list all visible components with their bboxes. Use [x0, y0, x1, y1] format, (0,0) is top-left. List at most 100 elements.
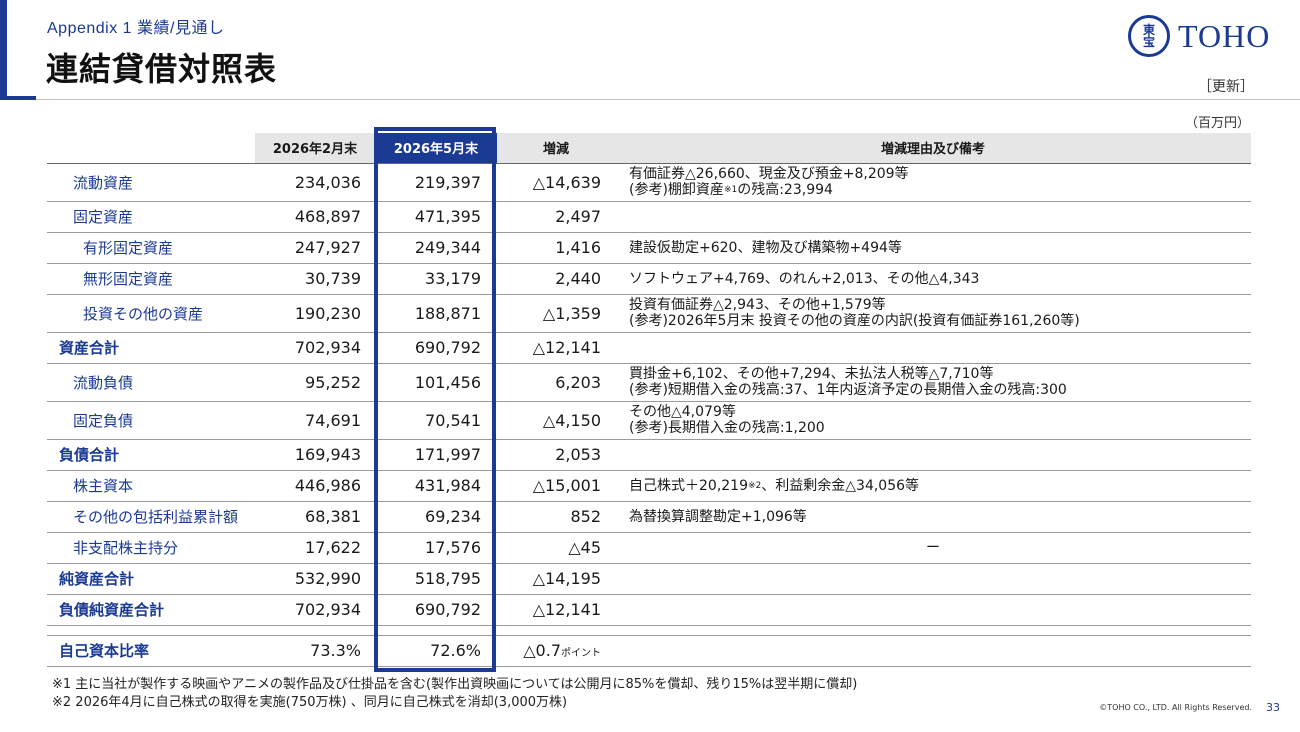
value-may: 518,795 — [375, 563, 497, 595]
row-label: 資産合計 — [47, 332, 255, 364]
table-row: 非支配株主持分 17,622 17,576 △45 ー — [47, 532, 1251, 564]
value-diff: △4,150 — [497, 401, 615, 440]
page-title: 連結貸借対照表 — [46, 50, 278, 88]
value-diff: △14,639 — [497, 163, 615, 202]
row-note: ー — [615, 532, 1251, 564]
header-divider — [36, 99, 1300, 100]
unit-label: （百万円） — [1184, 116, 1250, 131]
value-feb: 190,230 — [255, 294, 375, 333]
row-note: 建設仮勘定+620、建物及び構築物+494等 — [615, 232, 1251, 264]
table-row-equity-ratio: 自己資本比率 73.3% 72.6% △0.7ポイント — [47, 635, 1251, 667]
ratio-diff-unit: ポイント — [561, 648, 601, 659]
row-note: 買掛金+6,102、その他+7,294、未払法人税等△7,710等 (参考)短期… — [615, 363, 1251, 402]
value-diff: △0.7ポイント — [497, 635, 615, 667]
table-row: 投資その他の資産 190,230 188,871 △1,359 投資有価証券△2… — [47, 294, 1251, 333]
header-blank — [47, 133, 255, 164]
table-row: 負債純資産合計 702,934 690,792 △12,141 — [47, 594, 1251, 626]
note-text: 自己株式＋20,219 — [629, 477, 748, 494]
note-line-2: (参考)棚卸資産※1の残高:23,994 — [629, 182, 1251, 198]
value-may: 17,576 — [375, 532, 497, 564]
row-note: 為替換算調整勘定+1,096等 — [615, 501, 1251, 533]
row-note — [615, 563, 1251, 595]
value-feb: 73.3% — [255, 635, 375, 667]
value-diff: △12,141 — [497, 594, 615, 626]
row-label: 自己資本比率 — [47, 635, 255, 667]
note-line-2: (参考)短期借入金の残高:37、1年内返済予定の長期借入金の残高:300 — [629, 382, 1067, 398]
spacer-cell — [375, 625, 497, 636]
row-label: その他の包括利益累計額 — [47, 501, 255, 533]
footnote-2: ※2 2026年4月に自己株式の取得を実施(750万株) 、同月に自己株式を消却… — [52, 695, 568, 710]
footnote-1: ※1 主に当社が製作する映画やアニメの製作品及び仕掛品を含む(製作出資映画につい… — [52, 677, 858, 692]
row-note — [615, 332, 1251, 364]
header-notes: 増減理由及び備考 — [615, 133, 1251, 164]
logo-seal-char-2: 宝 — [1142, 35, 1155, 49]
value-feb: 74,691 — [255, 401, 375, 440]
footnote-mark: ※1 — [723, 185, 738, 195]
row-label: 純資産合計 — [47, 563, 255, 595]
value-diff: △1,359 — [497, 294, 615, 333]
value-feb: 468,897 — [255, 201, 375, 233]
table-row: 流動負債 95,252 101,456 6,203 買掛金+6,102、その他+… — [47, 363, 1251, 402]
value-may: 69,234 — [375, 501, 497, 533]
row-label: 負債純資産合計 — [47, 594, 255, 626]
value-may: 171,997 — [375, 439, 497, 471]
table-row: その他の包括利益累計額 68,381 69,234 852 為替換算調整勘定+1… — [47, 501, 1251, 533]
row-note: その他△4,079等 (参考)長期借入金の残高:1,200 — [615, 401, 1251, 440]
row-label: 流動資産 — [47, 163, 255, 202]
page-number: 33 — [1266, 701, 1280, 714]
value-diff: 2,440 — [497, 263, 615, 295]
row-label: 非支配株主持分 — [47, 532, 255, 564]
note-line-1: 有価証券△26,660、現金及び預金+8,209等 — [629, 166, 909, 182]
row-label: 固定負債 — [47, 401, 255, 440]
value-may: 101,456 — [375, 363, 497, 402]
table-spacer-row — [47, 625, 1251, 636]
value-feb: 68,381 — [255, 501, 375, 533]
spacer-cell — [497, 625, 615, 636]
note-line-1: その他△4,079等 — [629, 404, 736, 420]
value-may: 471,395 — [375, 201, 497, 233]
value-may: 33,179 — [375, 263, 497, 295]
value-feb: 30,739 — [255, 263, 375, 295]
logo-seal-icon: 東 宝 — [1128, 15, 1170, 57]
row-label: 株主資本 — [47, 470, 255, 502]
value-may: 219,397 — [375, 163, 497, 202]
row-note — [615, 635, 1251, 667]
note-text: (参考)棚卸資産 — [629, 182, 724, 198]
value-may: 188,871 — [375, 294, 497, 333]
update-label: ［更新］ — [1198, 79, 1254, 95]
row-note — [615, 439, 1251, 471]
value-diff: △12,141 — [497, 332, 615, 364]
row-note — [615, 594, 1251, 626]
value-feb: 95,252 — [255, 363, 375, 402]
table-row: 流動資産 234,036 219,397 △14,639 有価証券△26,660… — [47, 163, 1251, 202]
value-diff: 2,497 — [497, 201, 615, 233]
toho-logo: 東 宝 TOHO — [1128, 15, 1270, 57]
value-may: 690,792 — [375, 332, 497, 364]
value-feb: 234,036 — [255, 163, 375, 202]
value-feb: 17,622 — [255, 532, 375, 564]
row-label: 流動負債 — [47, 363, 255, 402]
row-label: 投資その他の資産 — [47, 294, 255, 333]
row-note — [615, 201, 1251, 233]
value-diff: 6,203 — [497, 363, 615, 402]
table-row: 資産合計 702,934 690,792 △12,141 — [47, 332, 1251, 364]
row-label: 有形固定資産 — [47, 232, 255, 264]
row-label: 負債合計 — [47, 439, 255, 471]
copyright: ©TOHO CO., LTD. All Rights Reserved. — [1099, 703, 1252, 712]
spacer-cell — [47, 625, 255, 636]
value-diff: △45 — [497, 532, 615, 564]
ratio-diff-value: △0.7 — [523, 641, 561, 660]
value-may: 690,792 — [375, 594, 497, 626]
logo-wordmark: TOHO — [1178, 17, 1271, 54]
value-may: 72.6% — [375, 635, 497, 667]
balance-sheet-table: 2026年2月末 2026年5月末 増減 増減理由及び備考 流動資産 234,0… — [47, 133, 1251, 667]
note-text: 、利益剰余金△34,056等 — [761, 477, 920, 494]
table-header-row: 2026年2月末 2026年5月末 増減 増減理由及び備考 — [47, 133, 1251, 164]
value-diff: 2,053 — [497, 439, 615, 471]
table-row: 無形固定資産 30,739 33,179 2,440 ソフトウェア+4,769、… — [47, 263, 1251, 295]
spacer-cell — [255, 625, 375, 636]
note-line-1: 買掛金+6,102、その他+7,294、未払法人税等△7,710等 — [629, 366, 994, 382]
row-note: 投資有価証券△2,943、その他+1,579等 (参考)2026年5月末 投資そ… — [615, 294, 1251, 333]
footnote-mark: ※2 — [748, 480, 762, 491]
row-label: 無形固定資産 — [47, 263, 255, 295]
